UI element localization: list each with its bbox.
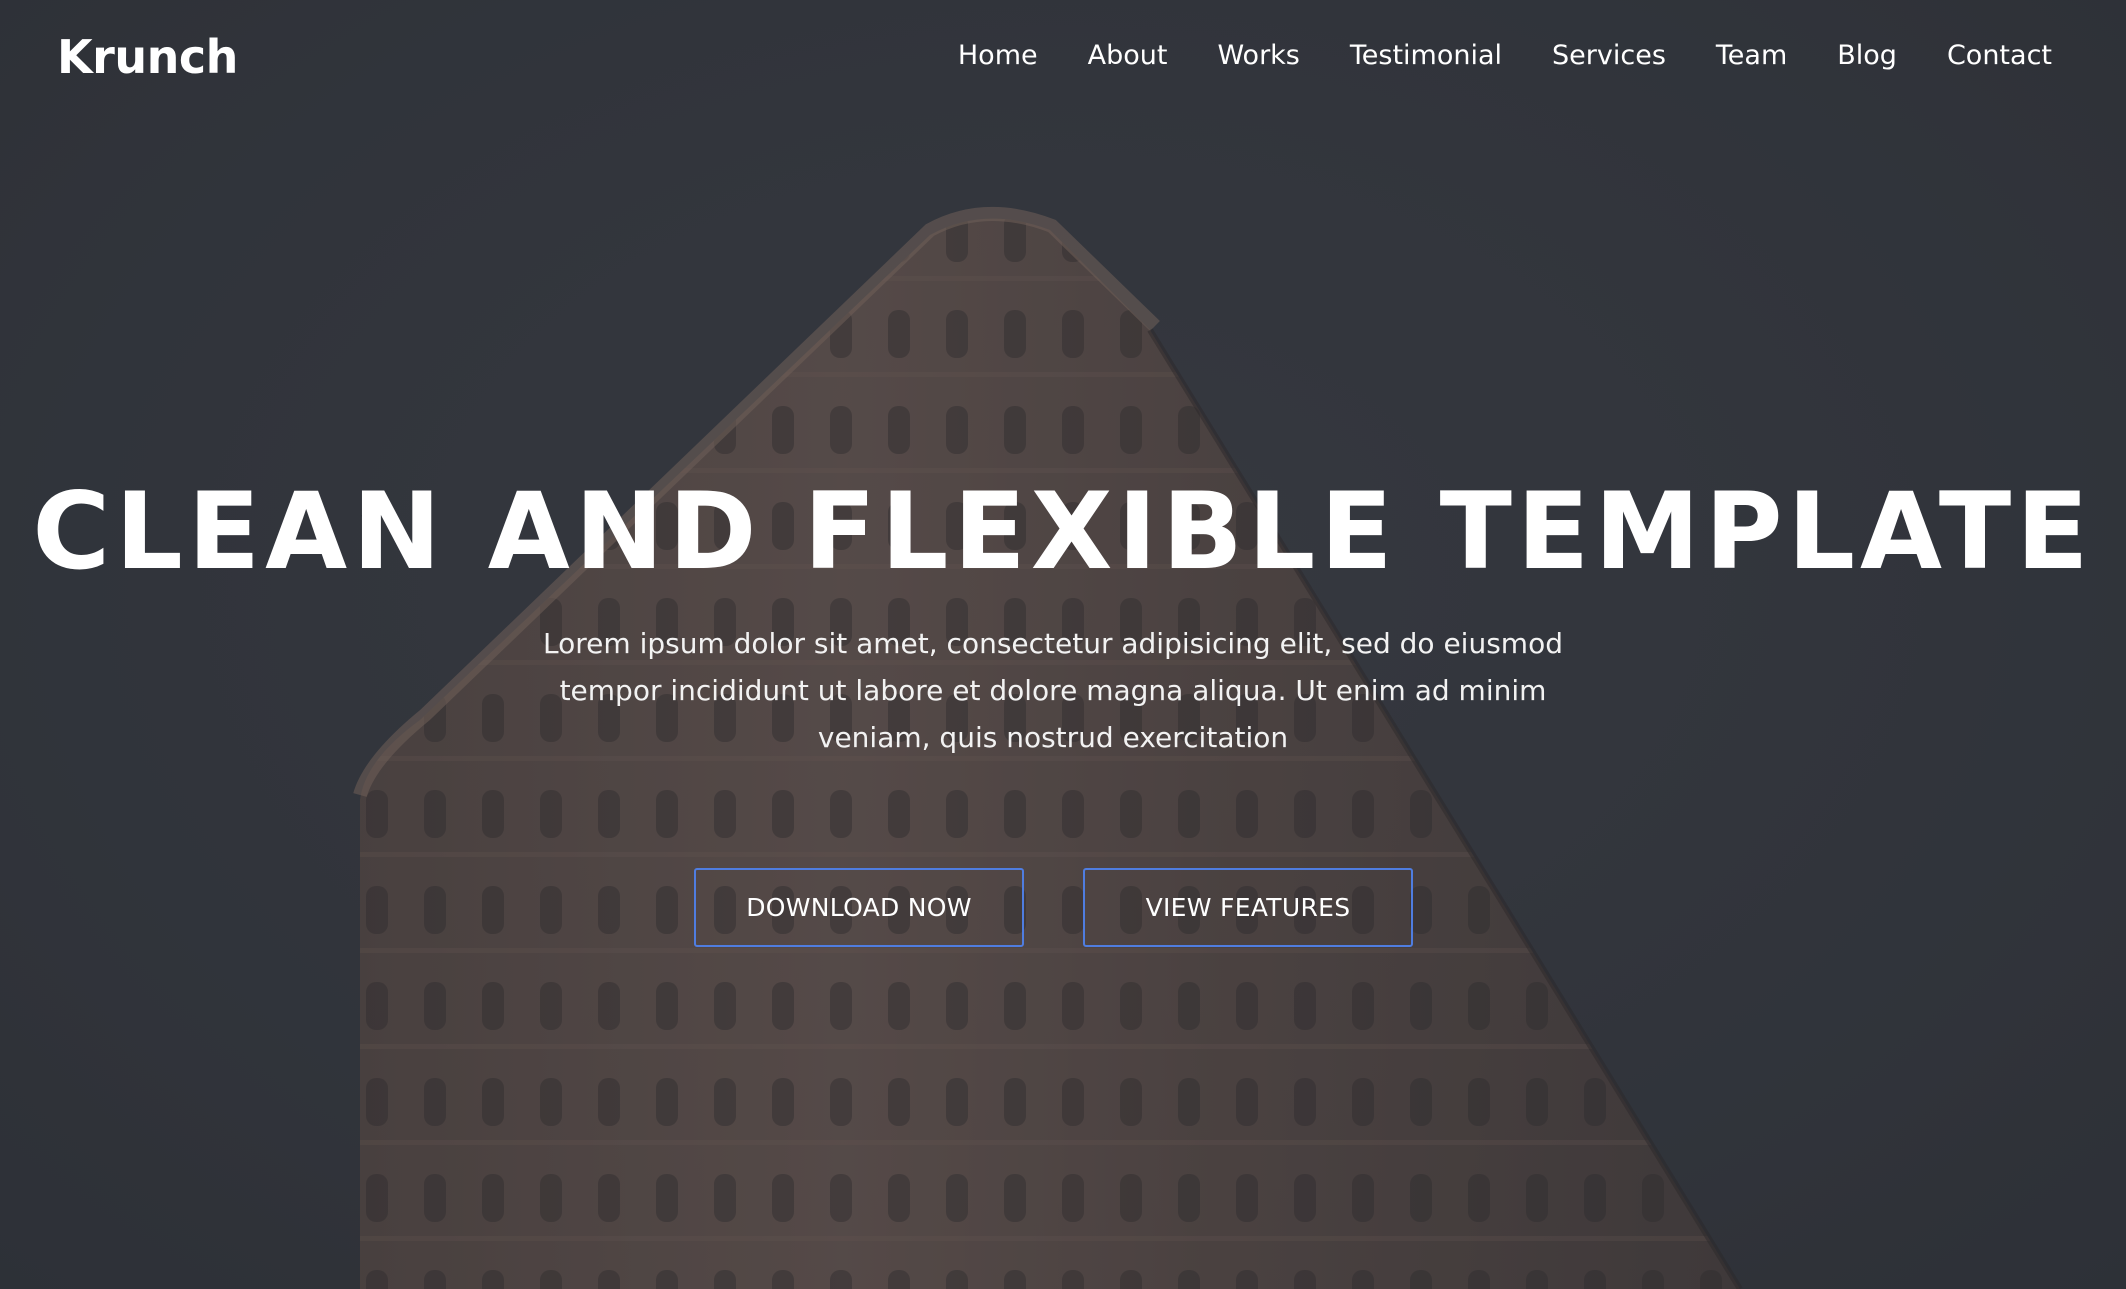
nav-item-testimonial[interactable]: Testimonial	[1350, 40, 1502, 71]
nav-item-home[interactable]: Home	[958, 40, 1038, 71]
nav-item-about[interactable]: About	[1088, 40, 1168, 71]
hero-lead-text: Lorem ipsum dolor sit amet, consectetur …	[543, 627, 1563, 754]
view-features-button[interactable]: VIEW FEATURES	[1083, 868, 1413, 947]
hero-headline: CLEAN AND FLEXIBLE TEMPLATE	[32, 470, 2094, 593]
site-header: Krunch Home About Works Testimonial Serv…	[0, 0, 2126, 120]
nav-item-team[interactable]: Team	[1716, 40, 1787, 71]
nav-item-services[interactable]: Services	[1552, 40, 1666, 71]
main-nav: Home About Works Testimonial Services Te…	[958, 40, 2052, 71]
download-now-button[interactable]: DOWNLOAD NOW	[694, 868, 1024, 947]
logo[interactable]: Krunch	[57, 30, 238, 84]
nav-item-contact[interactable]: Contact	[1947, 40, 2052, 71]
nav-item-works[interactable]: Works	[1217, 40, 1299, 71]
nav-item-blog[interactable]: Blog	[1837, 40, 1897, 71]
